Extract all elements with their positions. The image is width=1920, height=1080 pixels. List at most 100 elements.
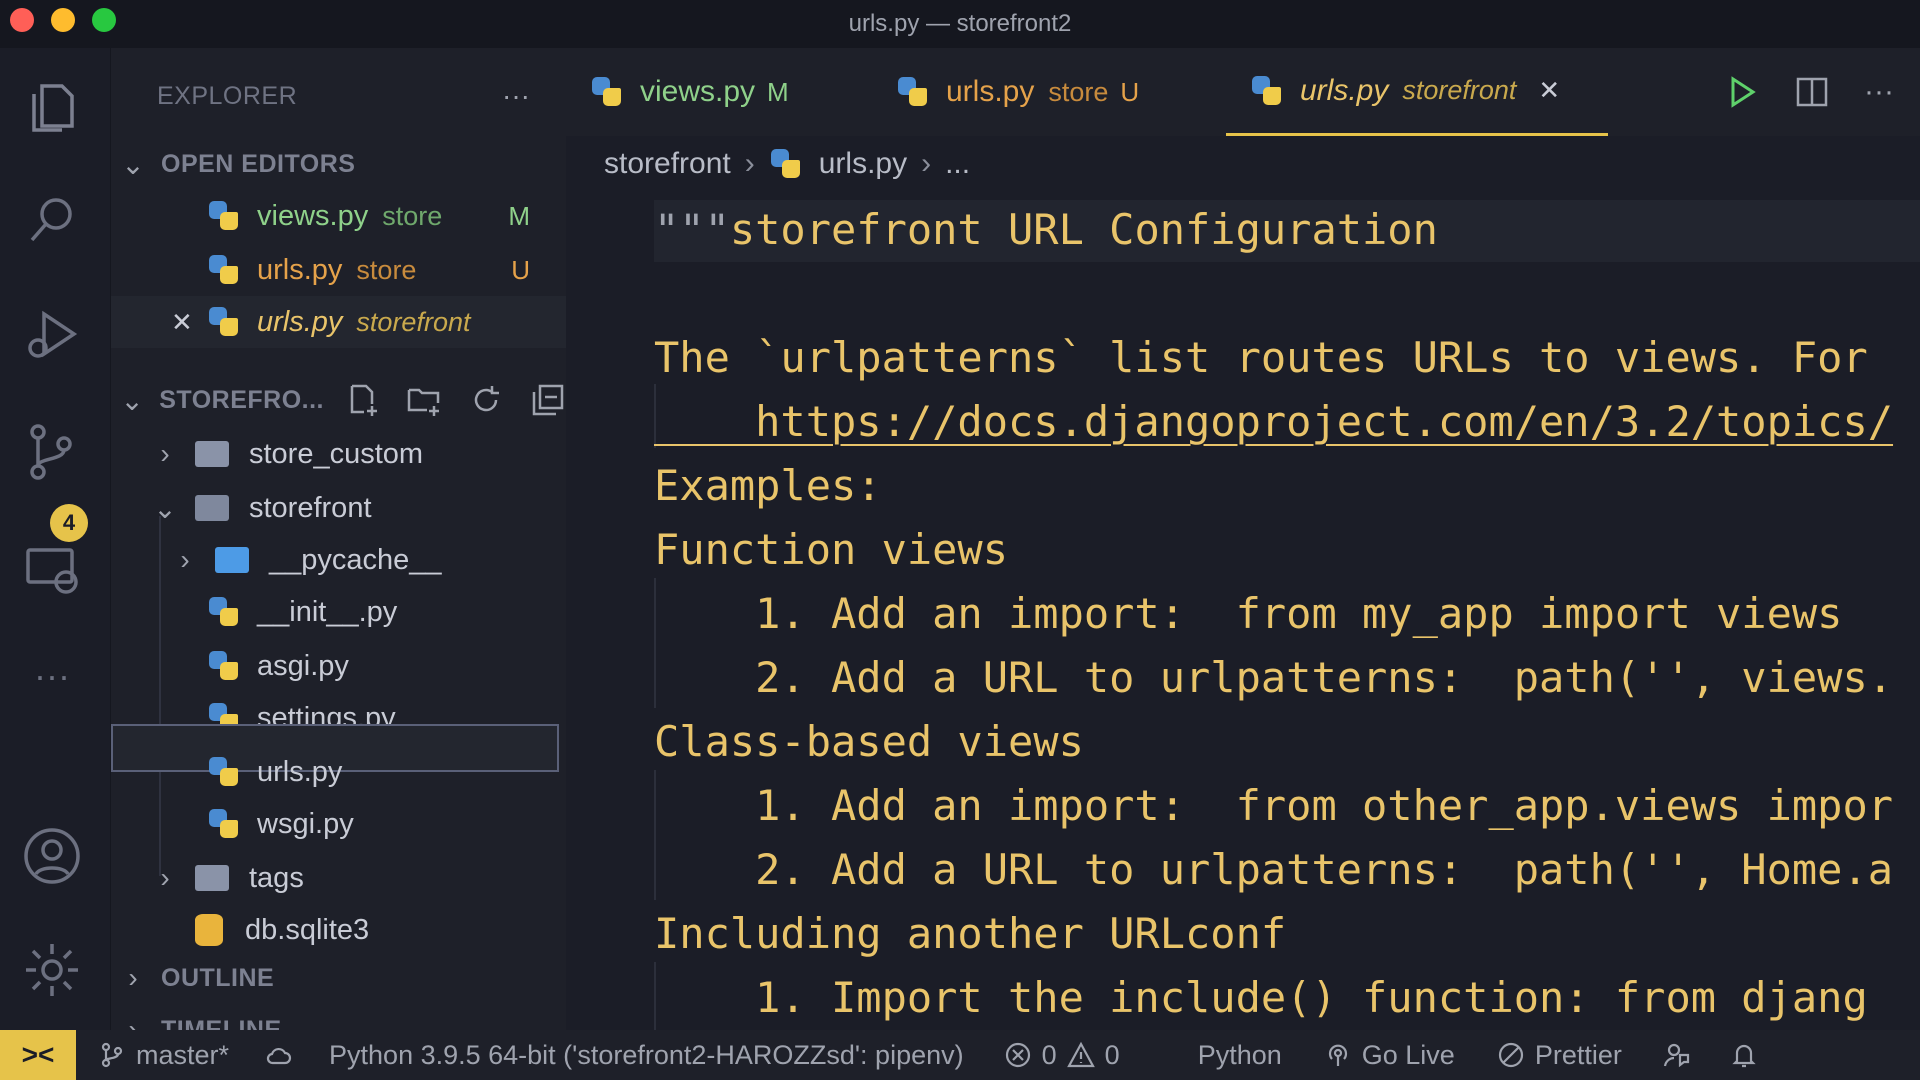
python-file-icon [590,75,624,109]
new-folder-icon[interactable] [406,382,442,418]
tree-item-folder[interactable]: › store_custom [111,428,566,480]
python-file-icon [207,649,241,683]
code-line: 1. Import the include() function: from d… [654,973,1868,1022]
python-file-icon [207,595,241,629]
code-line: Function views [654,525,1009,574]
python-interpreter-selector[interactable]: Python 3.9.5 64-bit ('storefront2-HAROZZ… [329,1040,964,1071]
python-file-icon [207,807,241,841]
folder-icon [195,865,229,891]
branch-indicator[interactable]: master* [98,1040,229,1071]
chevron-right-icon: › [160,862,170,893]
close-editor-icon[interactable]: ✕ [171,307,193,338]
project-folder-label: STOREFRO... [159,385,324,414]
git-status-badge: M [767,76,789,107]
minimize-window-button[interactable] [51,8,75,32]
bell-icon [1732,1044,1756,1068]
open-editor-folder: store [356,254,417,285]
code-line: 1. Add an import: from my_app import vie… [654,589,1843,638]
tree-item-file[interactable]: db.sqlite3 [111,904,566,956]
chevron-down-icon: ⌄ [121,148,145,180]
close-tab-icon[interactable]: ✕ [1538,75,1560,106]
breadcrumb-symbol[interactable]: ... [945,147,970,181]
more-actions-icon[interactable]: ··· [1864,75,1894,109]
code-line: Class-based views [654,717,1084,766]
chevron-right-icon: › [744,147,755,180]
code-line: """storefront URL Configuration [654,200,1438,260]
account-icon[interactable] [20,824,84,888]
open-editor-filename: urls.py [257,253,343,286]
open-editor-folder: storefront [356,306,471,337]
chevron-right-icon: › [921,147,932,180]
maximize-window-button[interactable] [92,8,116,32]
search-icon[interactable] [20,188,84,252]
explorer-more-button[interactable]: ··· [502,80,530,112]
tree-item-folder[interactable]: ⌄ storefront [111,482,566,534]
project-folder-header[interactable]: ⌄ STOREFRO... [111,374,566,426]
warning-icon [1066,1041,1095,1068]
tree-item-folder[interactable]: › __pycache__ [111,534,566,586]
open-editors-header[interactable]: ⌄ OPEN EDITORS [111,138,566,190]
new-file-icon[interactable] [344,382,380,418]
feedback-person-icon [1663,1043,1689,1068]
source-control-icon[interactable] [20,420,84,484]
code-line: The `urlpatterns` list routes URLs to vi… [654,333,1868,382]
chevron-right-icon: › [180,544,190,575]
editor-actions: ··· [1724,48,1920,136]
open-editor-item-active[interactable]: ✕ urls.py storefront [111,296,566,348]
settings-gear-icon[interactable] [20,938,84,1002]
tree-item-label: asgi.py [257,649,349,682]
tab-folder: storefront [1402,75,1517,105]
language-label: Python [1197,1039,1282,1070]
prettier-disabled-icon [1498,1042,1523,1068]
folder-icon [215,547,249,573]
close-window-button[interactable] [10,8,34,32]
run-python-file-icon[interactable] [1724,74,1760,110]
notifications-button[interactable] [1730,1041,1758,1069]
activity-bar: 4 ··· [0,48,111,1030]
collapse-all-icon[interactable] [530,382,566,418]
remote-indicator-icon[interactable]: >< [0,1030,76,1080]
warning-count: 0 [1104,1039,1120,1070]
breadcrumb-file[interactable]: urls.py [819,147,907,181]
tree-item-file[interactable]: __init__.py [111,586,566,638]
tab-filename: views.py [640,75,756,108]
tab-views-py[interactable]: views.py M [590,48,789,136]
prettier-button[interactable]: Prettier [1497,1040,1622,1071]
go-live-button[interactable]: Go Live [1324,1040,1455,1071]
outline-header[interactable]: › OUTLINE [111,952,566,1004]
tree-item-file[interactable]: urls.py [111,746,566,798]
tree-item-label: __init__.py [257,595,398,628]
code-editor[interactable]: """storefront URL Configuration The `url… [566,192,1920,1030]
tab-filename: urls.py [946,75,1035,108]
problems-indicator[interactable]: 0 0 [1004,1040,1120,1071]
remote-explorer-icon[interactable] [20,538,84,602]
python-file-icon [207,199,241,233]
open-editor-filename: views.py [257,199,369,232]
python-file-icon [896,75,930,109]
tree-item-file[interactable]: wsgi.py [111,798,566,850]
refresh-icon[interactable] [468,382,504,418]
sync-button[interactable] [265,1041,293,1069]
title-bar: urls.py — storefront2 [0,0,1920,48]
git-branch-icon [101,1042,123,1068]
open-editor-item[interactable]: urls.py store U [111,244,566,296]
folder-open-icon [195,495,229,521]
language-mode[interactable]: Python [1198,1040,1282,1071]
run-debug-icon[interactable] [20,304,84,368]
breadcrumb-folder[interactable]: storefront [604,147,731,181]
code-line-link[interactable]: https://docs.djangoproject.com/en/3.2/to… [654,392,1893,452]
tab-storefront-urls-py[interactable]: urls.py storefront ✕ [1226,48,1608,136]
tree-item-label: storefront [249,491,372,524]
tab-store-urls-py[interactable]: urls.py store U [896,48,1139,136]
python-file-icon [207,305,241,339]
split-editor-icon[interactable] [1794,74,1830,110]
open-editor-item[interactable]: views.py store M [111,190,566,242]
explorer-icon[interactable] [20,76,84,140]
code-text: storefront URL Configuration [729,205,1438,254]
tree-item-file[interactable]: asgi.py [111,640,566,692]
chevron-down-icon: ⌄ [153,492,177,524]
window-title: urls.py — storefront2 [848,10,1072,37]
more-views-icon[interactable]: ··· [20,644,84,708]
tree-item-folder[interactable]: › tags [111,852,566,904]
feedback-button[interactable] [1662,1041,1690,1069]
